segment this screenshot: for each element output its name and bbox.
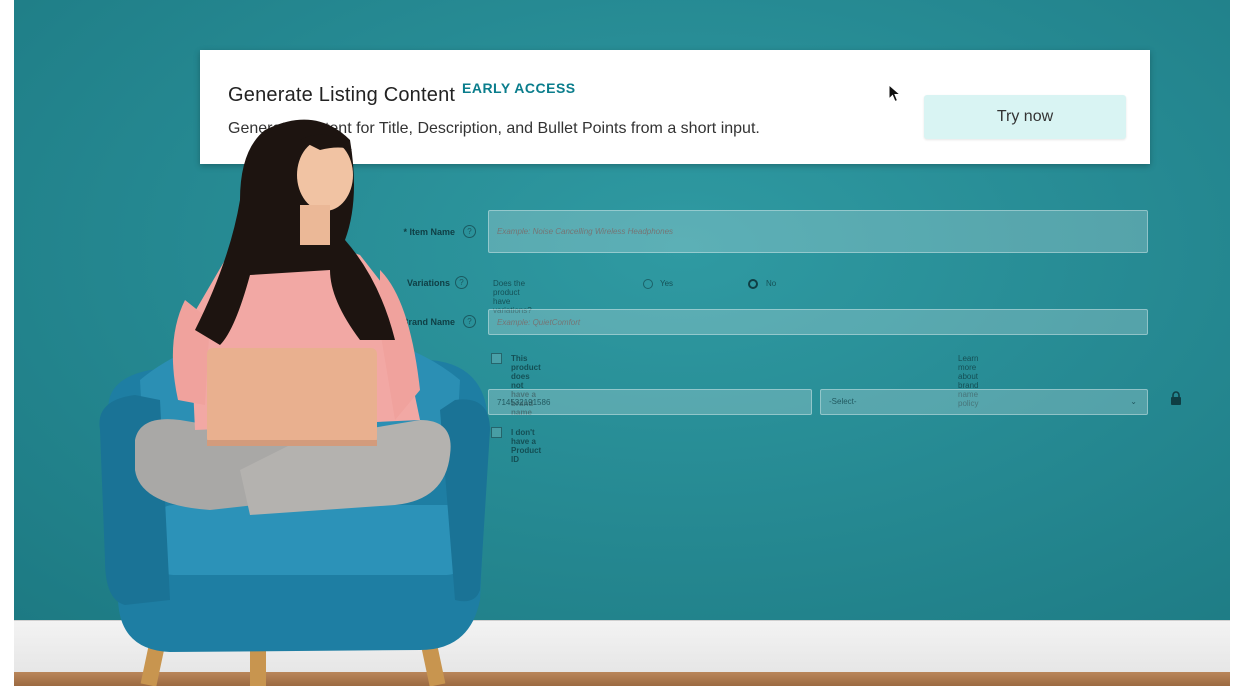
woman-with-laptop-photo — [99, 119, 490, 686]
scene: * Item Name ? Variations ? Does the prod… — [0, 0, 1234, 686]
